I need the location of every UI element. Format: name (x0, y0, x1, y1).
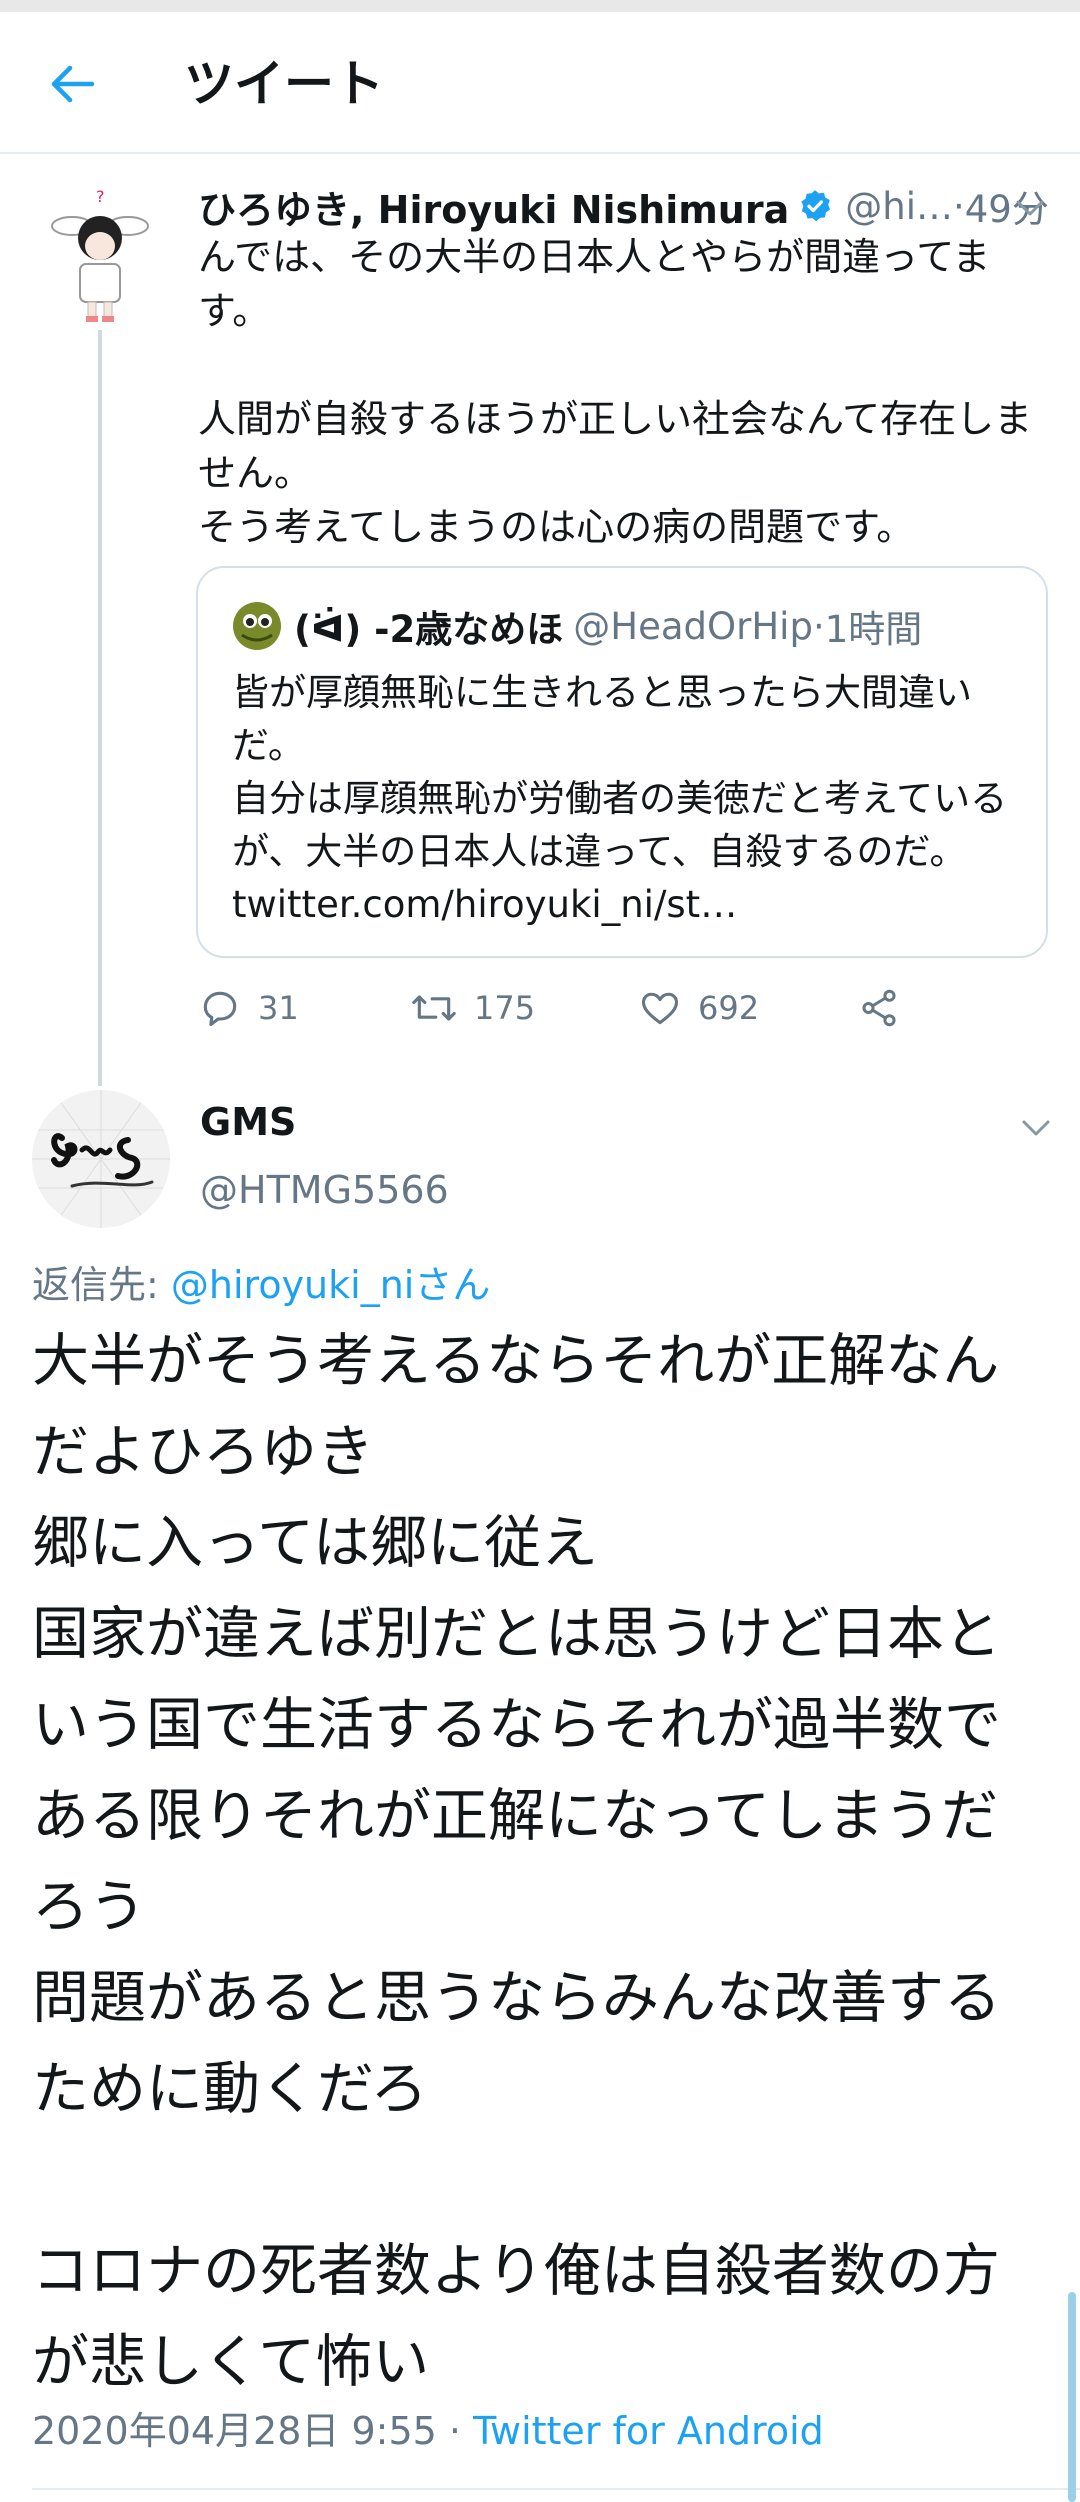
back-button[interactable] (40, 52, 104, 116)
divider (32, 2488, 1080, 2490)
back-arrow-icon (51, 65, 95, 103)
reply-to-line: 返信先: @hiroyuki_niさん (32, 1254, 490, 1309)
reply-timestamp: 2020年04月28日 9:55 (32, 2409, 437, 2453)
like-count: 692 (698, 989, 760, 1027)
share-icon (862, 989, 896, 1027)
reply-text: 大半がそう考えるならそれが正解なんだよひろゆき 郷に入っては郷に従え 国家が違え… (32, 1328, 1001, 2395)
reply-to-mention[interactable]: @hiroyuki_niさん (171, 1263, 490, 1307)
retweet-button[interactable]: 175 (410, 978, 535, 1038)
author-handle[interactable]: @hi… (845, 185, 953, 228)
scrollbar[interactable] (1068, 2292, 1076, 2502)
quoted-tweet[interactable]: (ᐛ) -2歳なめほ @HeadOrHip · 1時間 皆が厚顔無恥に生きれると… (196, 566, 1048, 958)
chevron-down-icon[interactable] (1018, 1110, 1054, 1146)
chevron-down-icon[interactable] (1012, 190, 1048, 226)
heart-icon (641, 992, 679, 1025)
tweet-actions: 31 175 692 (198, 978, 918, 1038)
quoted-tweet-time: 1時間 (824, 608, 923, 651)
reply-author-name[interactable]: GMS (200, 1100, 296, 1144)
reply-to-label: 返信先: (32, 1263, 171, 1307)
quoted-author-handle: @HeadOrHip (573, 604, 813, 648)
retweet-count: 175 (474, 989, 536, 1027)
status-bar (0, 0, 1080, 12)
reply-count: 31 (258, 989, 299, 1027)
character-avatar-icon: ? (51, 187, 149, 322)
reply-meta: 2020年04月28日 9:55 · Twitter for Android (32, 2400, 824, 2455)
app-header: ツイート (0, 12, 1080, 154)
page-title: ツイート (184, 55, 384, 113)
reply-button[interactable]: 31 (198, 978, 299, 1038)
quoted-avatar-icon (233, 602, 281, 650)
quoted-tweet-header: (ᐛ) -2歳なめほ @HeadOrHip · 1時間 (232, 598, 922, 654)
calligraphy-avatar-icon (32, 1090, 170, 1228)
retweet-icon (412, 995, 456, 1021)
share-button[interactable] (858, 978, 900, 1038)
author-name[interactable]: ひろゆき, Hiroyuki Nishimura (198, 179, 789, 234)
avatar[interactable]: ? (40, 186, 160, 326)
avatar[interactable] (32, 1090, 170, 1228)
reply-author-handle[interactable]: @HTMG5566 (200, 1168, 449, 1212)
tweet-header: ひろゆき, Hiroyuki Nishimura @hi… · 49分 (198, 178, 1058, 234)
thread-line (98, 330, 102, 1086)
svg-text:?: ? (96, 187, 105, 206)
verified-badge-icon (801, 190, 831, 222)
reply-icon (203, 991, 237, 1027)
client-link[interactable]: Twitter for Android (473, 2409, 824, 2453)
tweet-text: んでは、その大半の日本人とやらが間違ってます。 人間が自殺するほうが正しい社会な… (198, 235, 1033, 549)
quoted-meta-separator: · (812, 604, 825, 648)
quoted-author-name: (ᐛ) -2歳なめほ (294, 608, 564, 651)
quoted-tweet-text: 皆が厚顔無恥に生きれると思ったら大間違いだ。 自分は厚顔無恥が労働者の美徳だと考… (232, 671, 1008, 926)
reply-meta-separator: · (436, 2409, 474, 2453)
meta-separator: · (952, 184, 965, 228)
like-button[interactable]: 692 (638, 978, 759, 1038)
